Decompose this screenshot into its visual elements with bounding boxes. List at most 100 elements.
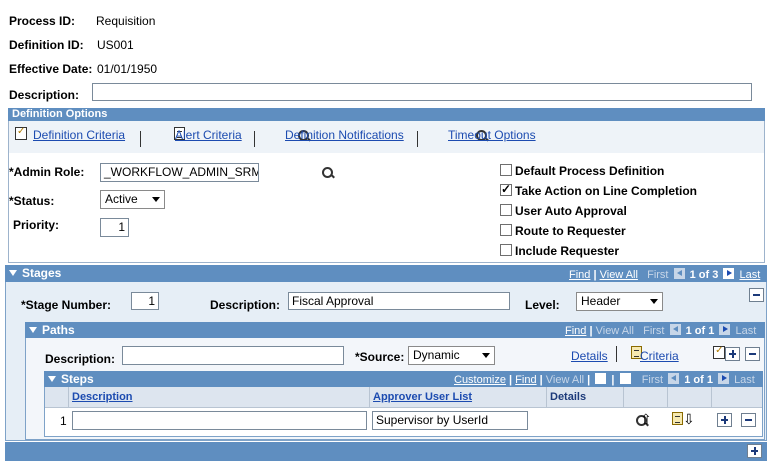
steps-nav: Customize | Find | View All | | First 1 … — [454, 373, 755, 386]
status-select-value: Active — [105, 192, 138, 206]
paths-count: 1 of 1 — [685, 325, 715, 337]
stage-description-input[interactable]: Fiscal Approval — [288, 292, 510, 310]
stage-description-label: Description: — [210, 298, 281, 312]
user-auto-approval-checkbox[interactable] — [500, 204, 512, 216]
take-action-on-line-completion-label: Take Action on Line Completion — [515, 184, 698, 198]
include-requester-label: Include Requester — [515, 244, 620, 258]
step-add-row-button[interactable] — [717, 413, 732, 427]
stages-last-link[interactable]: Last — [739, 269, 760, 281]
stage-number-input[interactable]: 1 — [131, 292, 159, 310]
steps-count: 1 of 1 — [684, 374, 713, 386]
steps-title: Steps — [61, 372, 94, 386]
stages-find-link[interactable]: Find — [569, 269, 590, 281]
prev-arrow-icon — [669, 324, 681, 335]
source-select-value: Dynamic — [413, 348, 460, 362]
definition-criteria-link[interactable]: Definition Criteria — [33, 128, 125, 142]
level-select[interactable]: Header — [576, 292, 663, 311]
paths-last: Last — [735, 325, 757, 337]
stage-number-label: *Stage Number: — [21, 298, 112, 312]
steps-customize-link[interactable]: Customize — [454, 374, 506, 386]
user-auto-approval-label: User Auto Approval — [515, 204, 627, 218]
stages-nav: Find | View All First 1 of 3 Last — [569, 268, 761, 281]
chevron-down-icon — [482, 353, 490, 358]
description-label: Description: — [9, 88, 80, 102]
stages-footer-bar — [5, 442, 767, 461]
stages-first: First — [647, 269, 669, 281]
paths-view-all: View All — [595, 325, 634, 337]
step-delete-row-button[interactable] — [741, 413, 756, 427]
route-to-requester-label: Route to Requester — [515, 224, 626, 238]
move-down-icon[interactable]: ⇩ — [683, 411, 695, 428]
download-grid-icon[interactable] — [619, 373, 631, 384]
description-column-header[interactable]: Description — [69, 387, 370, 407]
priority-label: Priority: — [13, 218, 60, 232]
paths-nav: Find | View All First 1 of 1 Last — [565, 324, 757, 337]
status-label: *Status: — [9, 194, 55, 208]
admin-role-input[interactable]: _WORKFLOW_ADMIN_SRM — [100, 163, 259, 182]
row-number-header — [45, 387, 69, 407]
link-divider — [254, 131, 255, 147]
path-description-input[interactable] — [122, 346, 344, 365]
link-divider — [140, 131, 141, 147]
default-process-definition-label: Default Process Definition — [515, 164, 665, 178]
definition-id-value: US001 — [97, 38, 134, 52]
next-arrow-icon — [719, 324, 731, 335]
path-description-label: Description: — [45, 352, 116, 366]
default-process-definition-checkbox[interactable] — [500, 164, 512, 176]
paths-find-link[interactable]: Find — [565, 325, 586, 337]
steps-header: Steps Customize | Find | View All | | Fi… — [44, 371, 763, 387]
definition-options-title: Definition Options — [8, 108, 765, 121]
source-select[interactable]: Dynamic — [408, 346, 495, 365]
include-requester-checkbox[interactable] — [500, 244, 512, 256]
timeout-options-link[interactable]: Timeout Options — [448, 128, 536, 142]
process-id-value: Requisition — [96, 14, 156, 28]
process-id-label: Process ID: — [9, 14, 76, 28]
stages-header: Stages Find | View All First 1 of 3 Last — [5, 265, 767, 282]
row-number: 1 — [60, 414, 67, 428]
path-delete-row-button[interactable] — [745, 347, 760, 361]
step-description-input[interactable] — [72, 411, 367, 430]
details-column-header: Details — [547, 387, 624, 407]
criteria-icon — [713, 345, 726, 359]
level-label: Level: — [525, 298, 560, 312]
stage-delete-row-button[interactable] — [749, 288, 764, 302]
collapse-icon[interactable] — [48, 376, 56, 383]
new-window-icon[interactable] — [595, 373, 607, 384]
steps-find-link[interactable]: Find — [515, 374, 536, 386]
route-to-requester-checkbox[interactable] — [500, 224, 512, 236]
priority-input[interactable]: 1 — [100, 218, 129, 237]
paths-title: Paths — [42, 323, 75, 337]
row-actions-header — [712, 387, 762, 407]
link-divider — [616, 346, 617, 362]
steps-view-all: View All — [545, 374, 585, 386]
next-arrow-icon — [718, 373, 729, 384]
paths-header: Paths Find | View All First 1 of 1 Last — [25, 322, 765, 338]
admin-role-lookup-icon[interactable] — [322, 167, 334, 179]
path-add-row-button[interactable] — [725, 347, 740, 361]
definition-notifications-link[interactable]: Definition Notifications — [285, 128, 404, 142]
move-up-icon[interactable]: ⇧ — [640, 411, 652, 428]
effective-date-value: 01/01/1950 — [97, 62, 158, 76]
path-details-link[interactable]: Details — [571, 349, 608, 363]
approver-user-list-input[interactable]: Supervisor by UserId — [372, 411, 528, 430]
alert-criteria-link[interactable]: Alert Criteria — [175, 128, 242, 142]
status-select[interactable]: Active — [100, 190, 165, 209]
move-down-header — [668, 387, 712, 407]
take-action-on-line-completion-checkbox[interactable] — [500, 182, 512, 196]
path-criteria-link[interactable]: Criteria — [640, 349, 679, 363]
step-details-icon[interactable] — [671, 412, 683, 425]
chevron-down-icon — [650, 299, 658, 304]
stages-view-all-link[interactable]: View All — [600, 269, 638, 281]
description-input[interactable] — [92, 83, 752, 101]
next-arrow-icon[interactable] — [723, 268, 735, 279]
prev-arrow-icon — [668, 373, 680, 384]
move-up-header — [624, 387, 668, 407]
steps-first: First — [641, 374, 664, 386]
approver-user-list-column-header[interactable]: Approver User List — [370, 387, 547, 407]
definition-id-label: Definition ID: — [9, 38, 84, 52]
effective-date-label: Effective Date: — [9, 62, 93, 76]
collapse-icon[interactable] — [29, 327, 37, 334]
stage-add-row-button[interactable] — [747, 444, 762, 458]
paths-first: First — [643, 325, 665, 337]
collapse-icon[interactable] — [9, 270, 17, 277]
